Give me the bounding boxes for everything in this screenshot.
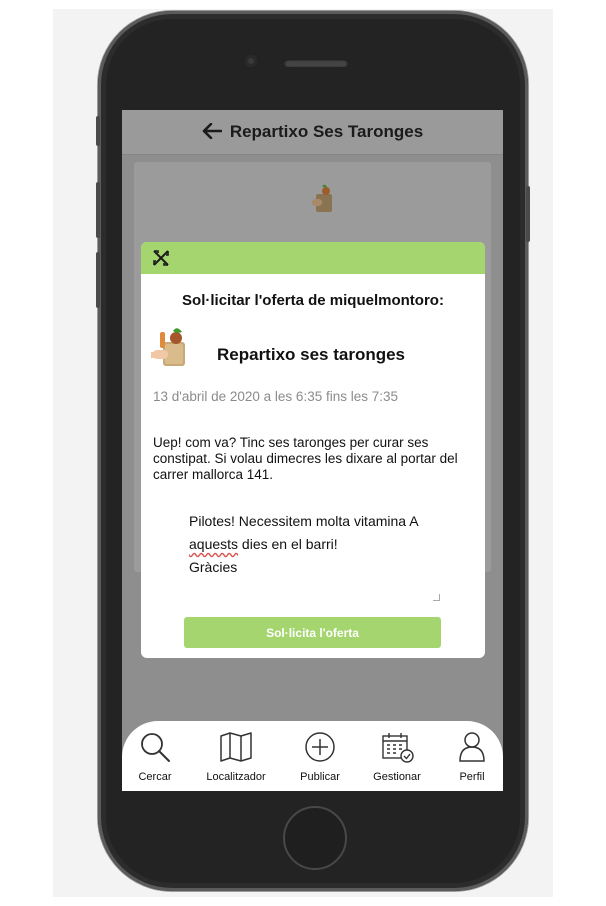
- earpiece-speaker: [284, 59, 348, 67]
- user-icon: [455, 731, 489, 768]
- nav-item-cercar[interactable]: Cercar: [122, 731, 195, 783]
- calendar-check-icon: [380, 731, 414, 768]
- back-arrow-icon[interactable]: [202, 121, 223, 143]
- nav-label: Gestionar: [373, 771, 421, 783]
- phone-mute-switch: [96, 116, 100, 146]
- modal-heading: Sol·licitar l'oferta de miquelmontoro:: [182, 292, 444, 309]
- request-offer-button[interactable]: Sol·licita l'oferta: [184, 617, 441, 648]
- phone-volume-up: [96, 182, 100, 238]
- close-x-icon[interactable]: [152, 249, 170, 272]
- request-offer-modal: Sol·licitar l'oferta de miquelmontoro: R…: [141, 242, 485, 658]
- modal-topbar: [141, 242, 485, 274]
- home-button[interactable]: [283, 806, 347, 870]
- search-icon: [138, 731, 172, 768]
- nav-label: Cercar: [138, 771, 172, 783]
- textarea-resize-handle[interactable]: [433, 594, 440, 601]
- nav-label: Publicar: [300, 771, 340, 783]
- app-header: Repartixo Ses Taronges: [122, 110, 503, 155]
- offer-title: Repartixo ses taronges: [217, 345, 406, 364]
- nav-item-localitzador[interactable]: Localitzador: [196, 731, 276, 783]
- nav-item-gestionar[interactable]: Gestionar: [357, 731, 437, 783]
- app-screen: Repartixo Ses Taronges Sol·licitar l'ofe…: [122, 110, 503, 791]
- nav-item-perfil[interactable]: Perfil: [432, 731, 503, 783]
- message-line: Pilotes! Necessitem molta vitamina A: [189, 513, 419, 529]
- offer-description: Uep! com va? Tinc ses taronges per curar…: [153, 435, 458, 482]
- grocery-bag-icon: [308, 182, 338, 219]
- bottom-navigation: Cercar Localitzador Publicar Gestionar P…: [122, 721, 503, 791]
- phone-power-button: [526, 186, 530, 242]
- grocery-bag-icon: [151, 326, 191, 375]
- phone-volume-down: [96, 252, 100, 308]
- nav-item-publicar[interactable]: Publicar: [280, 731, 360, 783]
- message-text: dies en el barri!: [238, 536, 338, 552]
- spellcheck-word: aquests: [189, 536, 239, 552]
- page-title: Repartixo Ses Taronges: [229, 122, 424, 141]
- nav-label: Localitzador: [206, 771, 266, 783]
- plus-circle-icon: [303, 731, 337, 768]
- offer-date: 13 d'abril de 2020 a les 6:35 fins les 7…: [153, 389, 398, 404]
- message-line: aquests dies en el barri!: [189, 533, 433, 556]
- message-textarea[interactable]: Pilotes! Necessitem molta vitamina A aqu…: [183, 504, 439, 600]
- message-line: Gràcies: [189, 559, 238, 575]
- front-camera: [245, 55, 257, 67]
- map-icon: [219, 731, 253, 768]
- nav-label: Perfil: [459, 771, 485, 783]
